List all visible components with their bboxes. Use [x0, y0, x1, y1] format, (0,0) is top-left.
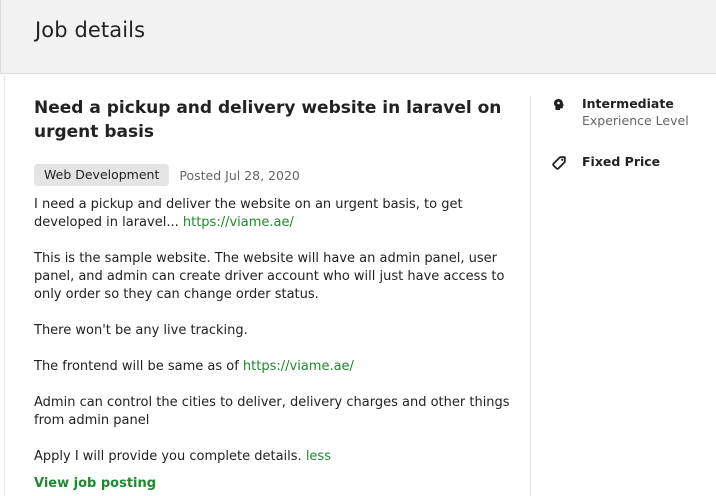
price-type-value: Fixed Price — [582, 154, 661, 169]
price-type-text: Fixed Price — [582, 154, 660, 170]
page-header: Job details — [0, 0, 716, 74]
description-text: The frontend will be same as of — [34, 359, 243, 374]
job-meta-row: Web Development Posted Jul 28, 2020 — [34, 164, 300, 186]
description-paragraph: I need a pickup and deliver the website … — [34, 196, 514, 232]
brain-icon — [552, 97, 566, 111]
description-paragraph: Admin can control the cities to deliver,… — [34, 395, 510, 428]
description-text: Apply I will provide you complete detail… — [34, 449, 306, 464]
view-job-posting-link[interactable]: View job posting — [34, 476, 156, 491]
experience-level-text: Intermediate Experience Level — [582, 96, 689, 130]
job-description: I need a pickup and deliver the website … — [34, 196, 514, 484]
experience-level-caption: Experience Level — [582, 113, 689, 128]
description-paragraph: The frontend will be same as of https://… — [34, 358, 514, 376]
description-paragraph: Apply I will provide you complete detail… — [34, 448, 514, 466]
sidebar-divider — [530, 96, 531, 496]
page-title: Job details — [35, 18, 146, 42]
website-link[interactable]: https://viame.ae/ — [183, 215, 294, 230]
posted-date: Posted Jul 28, 2020 — [179, 167, 300, 183]
show-less-link[interactable]: less — [306, 449, 331, 464]
job-main-section: Need a pickup and delivery website in la… — [34, 96, 514, 491]
description-paragraph: This is the sample website. The website … — [34, 251, 505, 302]
frontend-reference-link[interactable]: https://viame.ae/ — [243, 359, 354, 374]
price-tag-icon — [552, 155, 566, 170]
job-title: Need a pickup and delivery website in la… — [34, 98, 502, 142]
experience-level-value: Intermediate — [582, 96, 674, 111]
description-paragraph: There won't be any live tracking. — [34, 323, 248, 338]
category-tag[interactable]: Web Development — [34, 164, 170, 186]
